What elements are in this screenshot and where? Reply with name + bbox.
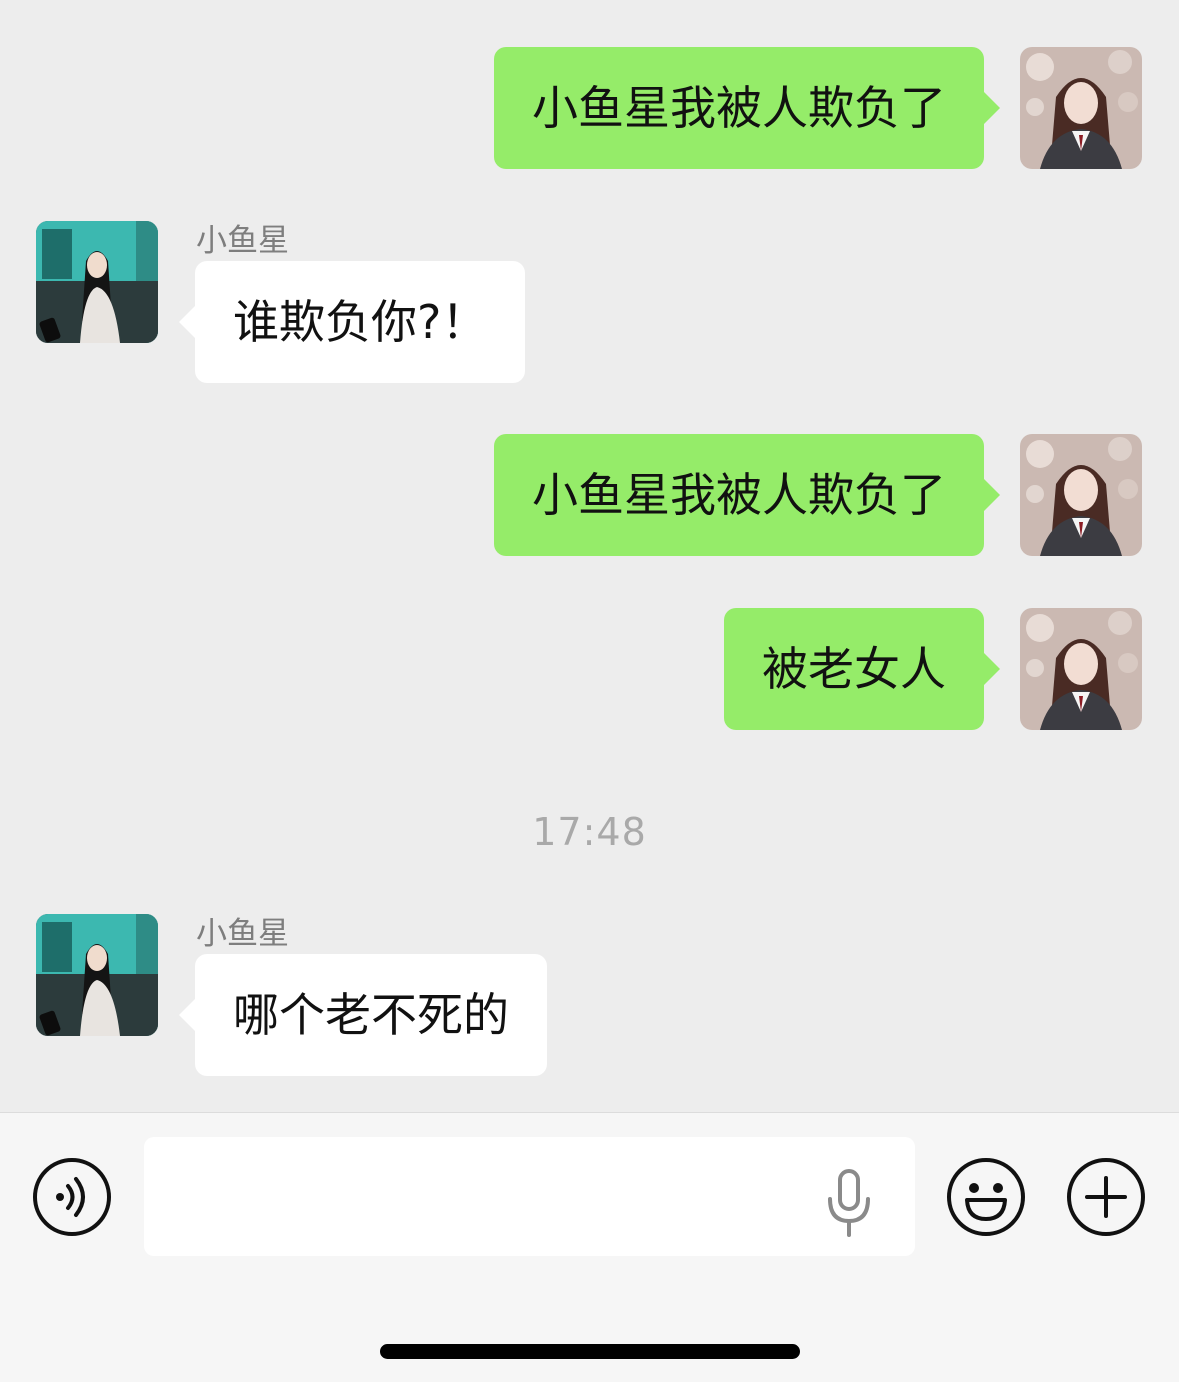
message-input[interactable] xyxy=(144,1137,915,1256)
sender-name: 小鱼星 xyxy=(196,916,289,952)
home-indicator[interactable] xyxy=(380,1344,800,1359)
timestamp: 17:48 xyxy=(532,810,647,854)
my-avatar[interactable] xyxy=(1020,608,1142,730)
contact-avatar[interactable] xyxy=(36,914,158,1036)
voice-toggle-button[interactable] xyxy=(32,1157,112,1237)
emoji-button[interactable] xyxy=(946,1157,1026,1237)
message-text: 小鱼星我被人欺负了 xyxy=(532,468,946,522)
chat-area: 小鱼星我被人欺负了 小鱼星 谁欺负你?！ 小鱼星我被人欺负了 被老女人 17:4… xyxy=(0,0,1179,1112)
more-button[interactable] xyxy=(1066,1157,1146,1237)
input-bar xyxy=(0,1112,1179,1382)
my-avatar[interactable] xyxy=(1020,47,1142,169)
voice-input-button[interactable] xyxy=(826,1169,872,1239)
plus-icon xyxy=(1067,1158,1145,1236)
contact-avatar[interactable] xyxy=(36,221,158,343)
my-message-bubble[interactable]: 小鱼星我被人欺负了 xyxy=(494,434,1000,556)
sender-name: 小鱼星 xyxy=(196,223,289,259)
message-text: 谁欺负你?！ xyxy=(233,295,488,349)
my-avatar[interactable] xyxy=(1020,434,1142,556)
my-message-bubble[interactable]: 被老女人 xyxy=(724,608,1000,730)
contact-message-bubble[interactable]: 哪个老不死的 xyxy=(179,954,547,1076)
contact-message-bubble[interactable]: 谁欺负你?！ xyxy=(178,261,526,383)
microphone-icon xyxy=(828,1169,870,1237)
message-text: 哪个老不死的 xyxy=(233,988,509,1042)
emoji-icon xyxy=(947,1158,1025,1236)
message-text: 小鱼星我被人欺负了 xyxy=(532,81,946,135)
my-message-bubble[interactable]: 小鱼星我被人欺负了 xyxy=(494,47,1000,169)
message-text: 被老女人 xyxy=(762,642,946,696)
voice-toggle-icon xyxy=(33,1158,111,1236)
